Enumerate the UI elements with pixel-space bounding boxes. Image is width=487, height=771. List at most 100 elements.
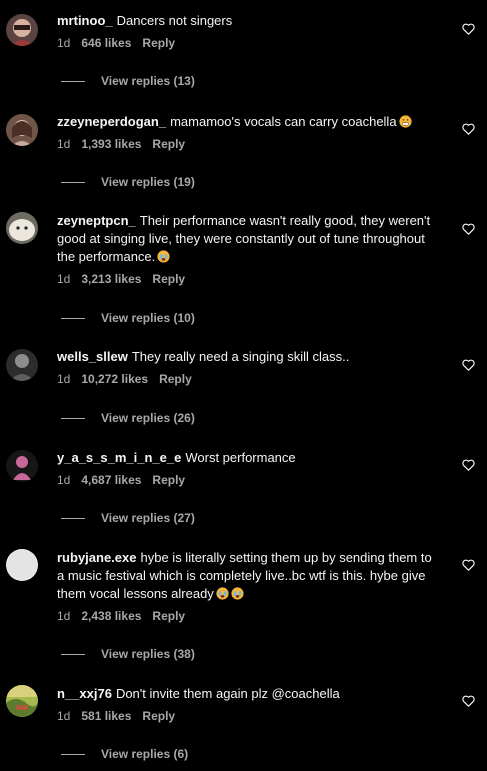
comment-message: mamamoo's vocals can carry coachella <box>170 114 397 129</box>
comment-meta: 1d 3,213 likes Reply <box>57 272 437 286</box>
reply-button[interactable]: Reply <box>152 272 185 286</box>
replies-divider-line <box>61 418 85 420</box>
reply-button[interactable]: Reply <box>152 473 185 487</box>
comment-meta: 1d 581 likes Reply <box>57 709 437 723</box>
timestamp[interactable]: 1d <box>57 36 70 50</box>
likes-count[interactable]: 646 likes <box>81 36 131 50</box>
comment-body: wells_sllew They really need a singing sk… <box>57 348 437 386</box>
like-heart-icon[interactable] <box>462 358 475 371</box>
avatar[interactable] <box>6 450 38 482</box>
comment-text: n__xxj76 Don't invite them again plz @coa… <box>57 685 437 703</box>
reply-button[interactable]: Reply <box>142 709 175 723</box>
view-replies-label: View replies (38) <box>101 647 195 661</box>
avatar[interactable] <box>6 14 38 46</box>
timestamp[interactable]: 1d <box>57 137 70 151</box>
likes-count[interactable]: 1,393 likes <box>81 137 141 151</box>
comment-item: n__xxj76 Don't invite them again plz @coa… <box>0 685 487 767</box>
reply-button[interactable]: Reply <box>159 372 192 386</box>
view-replies-button[interactable]: View replies (26) <box>61 411 195 425</box>
timestamp[interactable]: 1d <box>57 709 70 723</box>
view-replies-button[interactable]: View replies (38) <box>61 647 195 661</box>
username-link[interactable]: mrtinoo_ <box>57 13 113 28</box>
reply-button[interactable]: Reply <box>152 609 185 623</box>
view-replies-label: View replies (27) <box>101 511 195 525</box>
username-link[interactable]: rubyjane.exe <box>57 550 137 565</box>
view-replies-label: View replies (26) <box>101 411 195 425</box>
comment-body: mrtinoo_ Dancers not singers 1d 646 likes Re… <box>57 12 437 50</box>
grimacing-face-emoji-icon <box>398 115 412 128</box>
comment-body: rubyjane.exe hybe is literally setting th… <box>57 549 437 623</box>
username-link[interactable]: zzeyneperdogan_ <box>57 114 166 129</box>
like-heart-icon[interactable] <box>462 222 475 235</box>
comment-message: Worst performance <box>185 450 296 465</box>
likes-count[interactable]: 10,272 likes <box>81 372 148 386</box>
avatar[interactable] <box>6 212 38 244</box>
comment-text: wells_sllew They really need a singing sk… <box>57 348 437 366</box>
comment-meta: 1d 10,272 likes Reply <box>57 372 437 386</box>
comment-message: Don't invite them again plz @coachella <box>115 686 340 701</box>
crying-face-emoji-icon <box>157 250 170 263</box>
comment-meta: 1d 2,438 likes Reply <box>57 609 437 623</box>
replies-divider-line <box>61 81 85 83</box>
comment-body: y_a_s_s_m_i_n_e_e Worst performance 1d 4,68… <box>57 449 437 487</box>
comment-body: zeyneptpcn_ Their performance wasn't real… <box>57 212 437 286</box>
crying-face-emoji-icon <box>231 587 244 600</box>
timestamp[interactable]: 1d <box>57 473 70 487</box>
timestamp[interactable]: 1d <box>57 272 70 286</box>
avatar[interactable] <box>6 114 38 146</box>
likes-count[interactable]: 581 likes <box>81 709 131 723</box>
username-link[interactable]: wells_sllew <box>57 349 128 364</box>
replies-divider-line <box>61 182 85 184</box>
comment-item: wells_sllew They really need a singing sk… <box>0 348 487 431</box>
comment-item: mrtinoo_ Dancers not singers 1d 646 likes Re… <box>0 12 487 94</box>
comment-message: Dancers not singers <box>116 13 233 28</box>
like-heart-icon[interactable] <box>462 22 475 35</box>
like-heart-icon[interactable] <box>462 558 475 571</box>
view-replies-button[interactable]: View replies (10) <box>61 311 195 325</box>
view-replies-button[interactable]: View replies (13) <box>61 74 195 88</box>
replies-divider-line <box>61 754 85 756</box>
avatar[interactable] <box>6 349 38 381</box>
likes-count[interactable]: 2,438 likes <box>81 609 141 623</box>
comment-meta: 1d 4,687 likes Reply <box>57 473 437 487</box>
view-replies-button[interactable]: View replies (6) <box>61 747 188 761</box>
view-replies-label: View replies (13) <box>101 74 195 88</box>
reply-button[interactable]: Reply <box>142 36 175 50</box>
timestamp[interactable]: 1d <box>57 372 70 386</box>
replies-divider-line <box>61 654 85 656</box>
replies-divider-line <box>61 318 85 320</box>
avatar[interactable] <box>6 549 38 581</box>
comment-text: mrtinoo_ Dancers not singers <box>57 12 437 30</box>
comment-meta: 1d 1,393 likes Reply <box>57 137 437 151</box>
view-replies-button[interactable]: View replies (27) <box>61 511 195 525</box>
comment-item: rubyjane.exe hybe is literally setting th… <box>0 549 487 667</box>
view-replies-button[interactable]: View replies (19) <box>61 175 195 189</box>
crying-face-emoji-icon <box>216 587 229 600</box>
comment-body: n__xxj76 Don't invite them again plz @coa… <box>57 685 437 723</box>
like-heart-icon[interactable] <box>462 694 475 707</box>
username-link[interactable]: n__xxj76 <box>57 686 112 701</box>
comment-text: zzeyneperdogan_ mamamoo's vocals can carr… <box>57 113 437 131</box>
comment-message: They really need a singing skill class.. <box>131 349 350 364</box>
avatar[interactable] <box>6 685 38 717</box>
comment-text: y_a_s_s_m_i_n_e_e Worst performance <box>57 449 437 467</box>
comments-list: mrtinoo_ Dancers not singers 1d 646 likes Re… <box>0 0 487 771</box>
likes-count[interactable]: 3,213 likes <box>81 272 141 286</box>
comment-meta: 1d 646 likes Reply <box>57 36 437 50</box>
likes-count[interactable]: 4,687 likes <box>81 473 141 487</box>
username-link[interactable]: y_a_s_s_m_i_n_e_e <box>57 450 181 465</box>
comment-item: y_a_s_s_m_i_n_e_e Worst performance 1d 4,68… <box>0 449 487 531</box>
like-heart-icon[interactable] <box>462 122 475 135</box>
comment-body: zzeyneperdogan_ mamamoo's vocals can carr… <box>57 113 437 151</box>
view-replies-label: View replies (6) <box>101 747 189 761</box>
comment-text: zeyneptpcn_ Their performance wasn't real… <box>57 212 437 266</box>
replies-divider-line <box>61 518 85 520</box>
username-link[interactable]: zeyneptpcn_ <box>57 213 136 228</box>
reply-button[interactable]: Reply <box>152 137 185 151</box>
comment-item: zzeyneperdogan_ mamamoo's vocals can carr… <box>0 113 487 195</box>
like-heart-icon[interactable] <box>462 458 475 471</box>
view-replies-label: View replies (19) <box>101 175 195 189</box>
timestamp[interactable]: 1d <box>57 609 70 623</box>
comment-text: rubyjane.exe hybe is literally setting th… <box>57 549 437 603</box>
view-replies-label: View replies (10) <box>101 311 195 325</box>
